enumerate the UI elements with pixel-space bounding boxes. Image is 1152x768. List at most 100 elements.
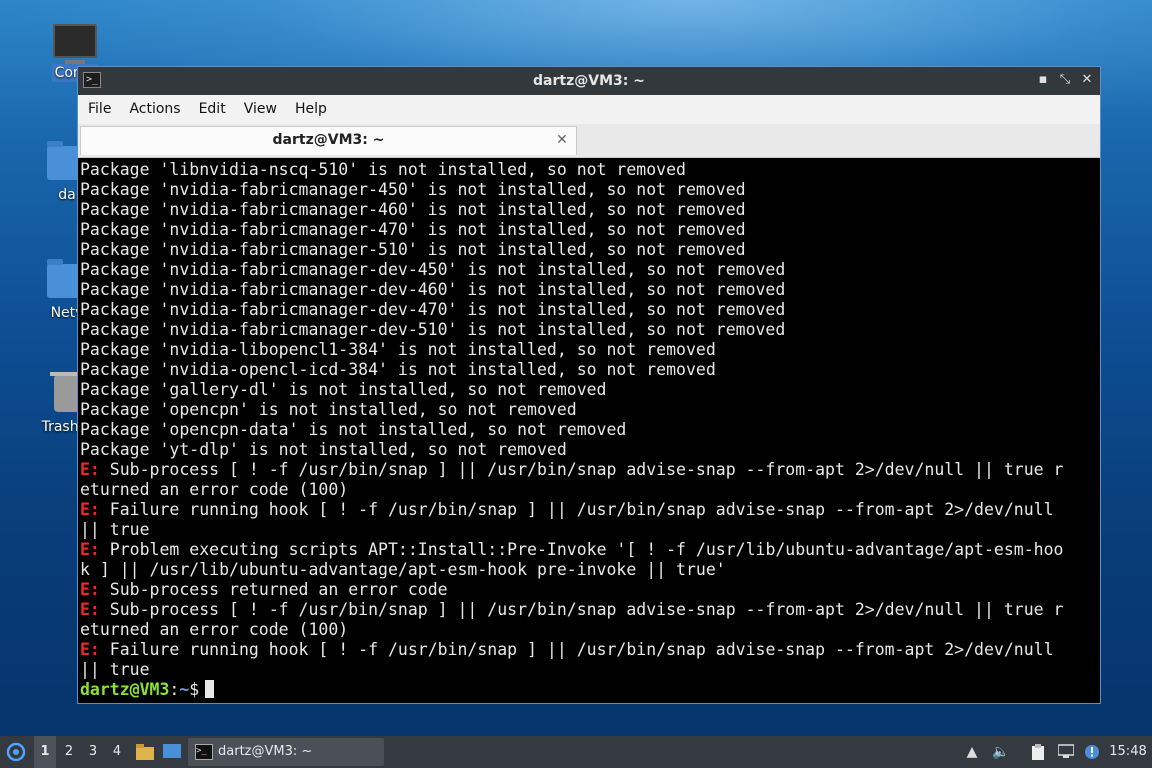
clock[interactable]: 15:48 — [1106, 736, 1150, 768]
line-text: Failure running hook [ ! -f /usr/bin/sna… — [99, 640, 1054, 659]
line-text: eturned an error code (100) — [80, 620, 349, 639]
terminal-line: Package 'libnvidia-nscq-510' is not inst… — [80, 160, 1098, 180]
line-text: Package 'nvidia-fabricmanager-470' is no… — [80, 220, 746, 239]
workspace-2[interactable]: 2 — [58, 736, 80, 768]
menu-bar: File Actions Edit View Help — [78, 95, 1100, 124]
terminal-line: || true — [80, 520, 1098, 540]
terminal-error-line: E: Sub-process returned an error code — [80, 580, 1098, 600]
terminal-line: Package 'nvidia-fabricmanager-450' is no… — [80, 180, 1098, 200]
menu-help[interactable]: Help — [287, 95, 335, 124]
desktop-icon-label: da — [58, 187, 76, 203]
line-text: || true — [80, 520, 150, 539]
terminal-prompt[interactable]: dartz@VM3:~$ — [80, 680, 1098, 700]
arrow-up-icon[interactable]: ▲ — [964, 744, 980, 760]
minimize-button[interactable]: ▪ — [1034, 71, 1052, 89]
line-text: Package 'yt-dlp' is not installed, so no… — [80, 440, 567, 459]
terminal-line: Package 'nvidia-opencl-icd-384' is not i… — [80, 360, 1098, 380]
line-text: k ] || /usr/lib/ubuntu-advantage/apt-esm… — [80, 560, 726, 579]
prompt-separator: : — [169, 680, 180, 699]
line-text: eturned an error code (100) — [80, 480, 349, 499]
window-title: dartz@VM3: ~ — [533, 73, 645, 89]
terminal-line: Package 'nvidia-fabricmanager-dev-510' i… — [80, 320, 1098, 340]
volume-icon[interactable]: 🔈 — [992, 744, 1009, 760]
line-text: Package 'nvidia-fabricmanager-460' is no… — [80, 200, 746, 219]
text-cursor — [205, 680, 215, 698]
terminal-error-line: E: Sub-process [ ! -f /usr/bin/snap ] ||… — [80, 460, 1098, 480]
menu-actions[interactable]: Actions — [121, 95, 188, 124]
computer-icon — [53, 24, 97, 64]
terminal-line: Package 'nvidia-fabricmanager-dev-450' i… — [80, 260, 1098, 280]
line-text: Package 'opencpn' is not installed, so n… — [80, 400, 577, 419]
terminal-window[interactable]: >_ dartz@VM3: ~ ▪ ⤡ ✕ File Actions Edit Vie… — [77, 66, 1101, 704]
line-text: Package 'opencpn-data' is not installed,… — [80, 420, 627, 439]
clipboard-icon[interactable] — [1030, 744, 1046, 760]
prompt-user: dartz@VM3 — [80, 680, 170, 699]
error-prefix: E: — [80, 460, 100, 479]
clipboard-shape — [1032, 744, 1044, 760]
folder-icon — [136, 744, 154, 760]
task-label: dartz@VM3: ~ — [218, 744, 313, 759]
terminal-line: k ] || /usr/lib/ubuntu-advantage/apt-esm… — [80, 560, 1098, 580]
error-prefix: E: — [80, 600, 100, 619]
show-desktop-launcher[interactable] — [161, 736, 183, 768]
terminal-line: Package 'opencpn' is not installed, so n… — [80, 400, 1098, 420]
error-prefix: E: — [80, 540, 100, 559]
close-button[interactable]: ✕ — [1078, 71, 1096, 89]
menu-file[interactable]: File — [80, 95, 119, 124]
window-titlebar[interactable]: >_ dartz@VM3: ~ ▪ ⤡ ✕ — [78, 67, 1100, 95]
tab-close-icon[interactable]: ✕ — [554, 132, 570, 148]
line-text: Package 'nvidia-libopencl1-384' is not i… — [80, 340, 716, 359]
terminal-line: Package 'gallery-dl' is not installed, s… — [80, 380, 1098, 400]
error-prefix: E: — [80, 640, 100, 659]
terminal-icon: >_ — [195, 744, 213, 760]
line-text: Failure running hook [ ! -f /usr/bin/sna… — [99, 500, 1054, 519]
terminal-line: Package 'nvidia-fabricmanager-460' is no… — [80, 200, 1098, 220]
menu-view[interactable]: View — [236, 95, 285, 124]
workspace-3[interactable]: 3 — [82, 736, 104, 768]
file-manager-launcher[interactable] — [134, 736, 156, 768]
app-menu-button[interactable] — [4, 736, 28, 768]
terminal-line: eturned an error code (100) — [80, 480, 1098, 500]
update-shape — [1085, 745, 1099, 759]
line-text: Package 'nvidia-fabricmanager-450' is no… — [80, 180, 746, 199]
network-shape — [1057, 744, 1075, 758]
desktop-icon — [163, 744, 181, 758]
menu-edit[interactable]: Edit — [191, 95, 234, 124]
terminal-line: || true — [80, 660, 1098, 680]
line-text: Package 'nvidia-fabricmanager-dev-460' i… — [80, 280, 786, 299]
line-text: Package 'libnvidia-nscq-510' is not inst… — [80, 160, 686, 179]
terminal-line: Package 'yt-dlp' is not installed, so no… — [80, 440, 1098, 460]
error-prefix: E: — [80, 580, 100, 599]
start-menu-icon — [6, 742, 26, 762]
network-icon[interactable] — [1057, 744, 1075, 760]
terminal-line: Package 'nvidia-libopencl1-384' is not i… — [80, 340, 1098, 360]
terminal-line: Package 'opencpn-data' is not installed,… — [80, 420, 1098, 440]
maximize-button[interactable]: ⤡ — [1056, 71, 1074, 89]
terminal-error-line: E: Problem executing scripts APT::Instal… — [80, 540, 1098, 560]
taskbar: 1 2 3 4 >_ dartz@VM3: ~ ▲ 🔈 15:48 — [0, 736, 1152, 768]
tab-terminal[interactable]: dartz@VM3: ~ ✕ — [80, 126, 577, 155]
terminal-output[interactable]: Package 'libnvidia-nscq-510' is not inst… — [80, 160, 1098, 701]
line-text: || true — [80, 660, 150, 679]
taskbar-terminal-task[interactable]: >_ dartz@VM3: ~ — [188, 738, 384, 766]
tab-bar: dartz@VM3: ~ ✕ — [78, 124, 1100, 158]
line-text: Sub-process [ ! -f /usr/bin/snap ] || /u… — [99, 460, 1064, 479]
line-text: Package 'nvidia-opencl-icd-384' is not i… — [80, 360, 716, 379]
line-text: Package 'nvidia-fabricmanager-dev-470' i… — [80, 300, 786, 319]
line-text: Sub-process [ ! -f /usr/bin/snap ] || /u… — [99, 600, 1064, 619]
line-text: Sub-process returned an error code — [99, 580, 448, 599]
terminal-error-line: E: Failure running hook [ ! -f /usr/bin/… — [80, 640, 1098, 660]
terminal-error-line: E: Sub-process [ ! -f /usr/bin/snap ] ||… — [80, 600, 1098, 620]
update-icon[interactable] — [1084, 744, 1100, 760]
line-text: Package 'nvidia-fabricmanager-510' is no… — [80, 240, 746, 259]
line-text: Problem executing scripts APT::Install::… — [99, 540, 1064, 559]
error-prefix: E: — [80, 500, 100, 519]
workspace-4[interactable]: 4 — [106, 736, 128, 768]
terminal-error-line: E: Failure running hook [ ! -f /usr/bin/… — [80, 500, 1098, 520]
tab-label: dartz@VM3: ~ — [272, 132, 385, 148]
prompt-path: ~ — [179, 680, 190, 699]
line-text: Package 'nvidia-fabricmanager-dev-510' i… — [80, 320, 786, 339]
terminal-line: Package 'nvidia-fabricmanager-dev-460' i… — [80, 280, 1098, 300]
workspace-1[interactable]: 1 — [34, 736, 56, 768]
terminal-line: Package 'nvidia-fabricmanager-dev-470' i… — [80, 300, 1098, 320]
